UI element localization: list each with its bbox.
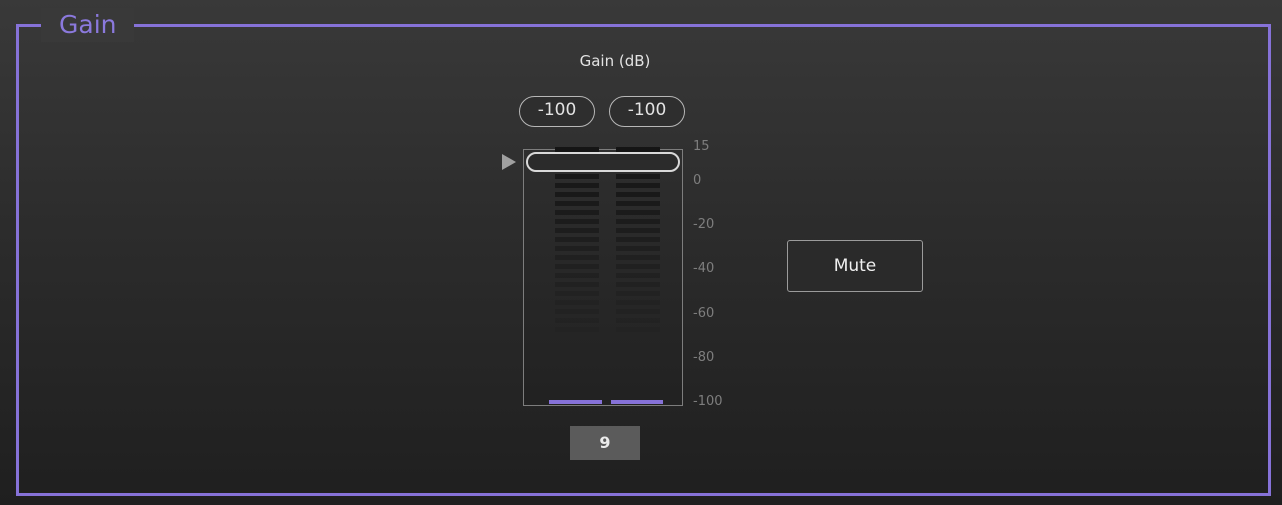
meter-segment [555, 282, 599, 287]
meter-segment [616, 246, 660, 251]
level-meter-left [555, 147, 599, 347]
meter-segment [555, 255, 599, 260]
meter-segment [555, 273, 599, 278]
meter-segment [616, 210, 660, 215]
meter-segment [616, 291, 660, 296]
meter-segment [616, 183, 660, 188]
gain-db-label: Gain (dB) [579, 52, 651, 70]
scale-tick-label: -60 [693, 305, 715, 321]
meter-segment [616, 300, 660, 305]
gain-fader-knob[interactable] [526, 152, 680, 172]
meter-segment [616, 318, 660, 323]
gain-group-title: Gain [41, 8, 135, 42]
gain-value-display[interactable]: 9 [570, 426, 640, 460]
meter-segment [616, 255, 660, 260]
scale-tick-label: 15 [693, 139, 710, 154]
mute-button[interactable]: Mute [787, 240, 923, 292]
scale-tick-label: -100 [693, 394, 723, 409]
meter-segment [555, 300, 599, 305]
meter-segment [555, 219, 599, 224]
scale-tick-label: -80 [693, 349, 715, 365]
scale-tick-label: -40 [693, 261, 715, 277]
meter-segment [555, 192, 599, 197]
scale-tick-label: 0 [693, 173, 702, 188]
meter-segment [616, 237, 660, 242]
meter-segment [555, 201, 599, 206]
meter-segment [616, 273, 660, 278]
meter-segment [616, 264, 660, 269]
meter-segment [616, 228, 660, 233]
meter-segment [555, 327, 599, 332]
meter-segment [616, 327, 660, 332]
meter-segment [555, 228, 599, 233]
meter-segment [616, 174, 660, 179]
fader-pointer-icon [502, 154, 516, 170]
gain-panel: Gain Gain (dB) -100 -100 15 0 -20 -40 -60 -80… [0, 0, 1282, 505]
peak-readout-left: -100 [519, 96, 595, 127]
meter-segment [555, 237, 599, 242]
meter-segment [555, 174, 599, 179]
meter-level-bar-right [611, 400, 663, 404]
level-meter-right [616, 147, 660, 347]
meter-segment [616, 219, 660, 224]
meter-level-bar-left [549, 400, 602, 404]
meter-segment [555, 264, 599, 269]
meter-segment [555, 183, 599, 188]
meter-segment [555, 246, 599, 251]
meter-segment [555, 309, 599, 314]
meter-segment [616, 192, 660, 197]
scale-tick-label: -20 [693, 217, 715, 233]
meter-segment [616, 309, 660, 314]
meter-segment [555, 210, 599, 215]
meter-segment [616, 201, 660, 206]
meter-segment [555, 318, 599, 323]
peak-readout-right: -100 [609, 96, 685, 127]
meter-segment [555, 291, 599, 296]
meter-segment [616, 282, 660, 287]
